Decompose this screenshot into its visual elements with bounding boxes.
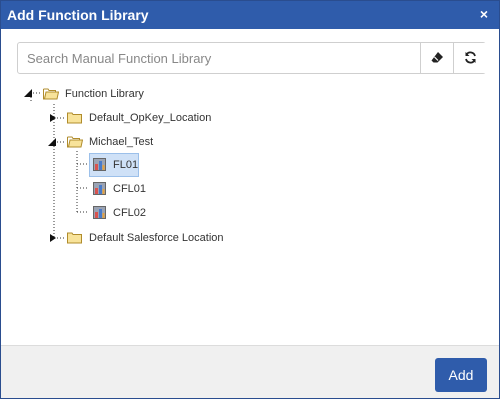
tree-node-folder[interactable]: Default Salesforce Location bbox=[89, 231, 224, 245]
collapse-toggle[interactable] bbox=[47, 137, 57, 147]
expand-toggle[interactable] bbox=[49, 233, 57, 243]
dialog-footer bbox=[1, 345, 499, 398]
tree-node-folder[interactable]: Default_OpKey_Location bbox=[89, 111, 211, 125]
folder-icon bbox=[67, 232, 82, 244]
add-function-library-dialog: Add Function Library × Search Manual Fun… bbox=[0, 0, 500, 399]
function-library-icon bbox=[93, 158, 106, 171]
function-library-icon bbox=[93, 182, 106, 195]
function-library-icon bbox=[93, 206, 106, 219]
folder-icon bbox=[67, 112, 82, 124]
tree-node-library[interactable]: CFL01 bbox=[113, 182, 146, 196]
expand-toggle[interactable] bbox=[49, 113, 57, 123]
add-button[interactable]: Add bbox=[435, 358, 487, 392]
tree-node-library[interactable]: CFL02 bbox=[113, 206, 146, 220]
folder-open-icon bbox=[43, 88, 59, 100]
tree-connector-lines bbox=[30, 92, 89, 239]
tree-node-library[interactable]: FL01 bbox=[113, 158, 138, 172]
function-library-tree: Function Library Default_OpKey_Location … bbox=[1, 1, 500, 341]
folder-open-icon bbox=[67, 136, 83, 148]
tree-node-root[interactable]: Function Library bbox=[65, 87, 144, 101]
tree-node-folder[interactable]: Michael_Test bbox=[89, 135, 153, 149]
collapse-toggle-root[interactable] bbox=[23, 88, 33, 98]
